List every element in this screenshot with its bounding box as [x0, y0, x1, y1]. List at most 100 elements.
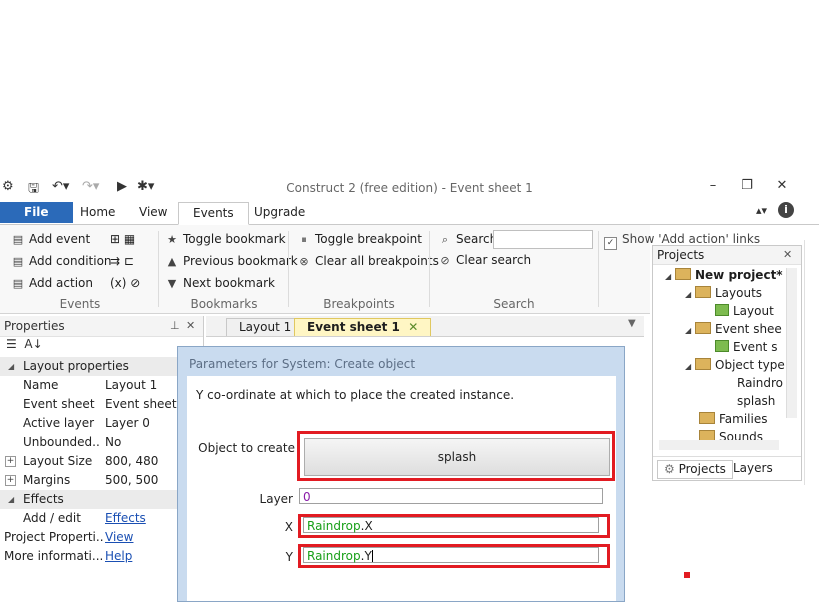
add-condition-button[interactable]: ▤ Add condition — [10, 254, 112, 268]
arrow-down-icon: ▼ — [167, 277, 177, 290]
properties-title: Properties — [4, 319, 65, 333]
property-name: More informati... — [4, 549, 104, 563]
add-event-icon: ▤ — [12, 233, 24, 246]
tree-families[interactable]: Families — [699, 412, 767, 426]
ribbon: ▤ Add event ▤ Add condition ▤ Add action ⊞ … — [0, 225, 650, 314]
next-bookmark-button[interactable]: ▼ Next bookmark — [164, 276, 275, 290]
tab-view[interactable]: View — [125, 202, 181, 223]
folder-icon — [695, 286, 711, 298]
tree-layouts[interactable]: ◢ Layouts — [685, 286, 762, 300]
tab-event-sheet-1[interactable]: Event sheet 1 ✕ — [294, 318, 432, 336]
property-row[interactable]: + Layout Size 800, 480 — [0, 452, 203, 471]
add-variable-icon[interactable]: (x) ⊘ — [110, 276, 140, 290]
panel-divider — [804, 240, 805, 485]
layer-input[interactable]: 0 — [299, 488, 603, 504]
clear-search-icon: ⊘ — [440, 254, 450, 267]
folder-icon — [699, 412, 715, 424]
tab-projects[interactable]: ⚙ Projects — [657, 460, 733, 479]
projects-panel-tabs: ⚙ Projects Layers — [653, 456, 801, 479]
previous-bookmark-button[interactable]: ▲ Previous bookmark — [164, 254, 298, 268]
collapse-icon[interactable]: ◢ — [8, 357, 14, 376]
properties-panel: Properties ⊥ ✕ ☰ A↓ ◢ Layout properties Na… — [0, 316, 204, 600]
folder-icon — [699, 430, 715, 440]
property-name: Margins — [23, 473, 71, 487]
property-row[interactable]: Project Properti... View — [0, 528, 203, 547]
properties-grid: ◢ Layout properties Name Layout 1 Event shee… — [0, 357, 203, 566]
projects-panel: Projects ✕ ◢ New project* ◢ Layouts Layout… — [652, 245, 802, 481]
search-input[interactable] — [493, 230, 593, 249]
ribbon-collapse-icon[interactable]: ▴▾ — [756, 204, 767, 217]
tab-home[interactable]: Home — [66, 202, 129, 223]
parameter-description: Y co-ordinate at which to place the crea… — [196, 388, 515, 402]
tree-object-types[interactable]: ◢ Object type — [685, 358, 785, 372]
close-icon[interactable]: ✕ — [772, 178, 792, 193]
add-subevent-icon[interactable]: ⇉ ⊏ — [110, 254, 134, 268]
tree-event-sheet-item[interactable]: Event s — [715, 340, 777, 354]
tab-layout-1[interactable]: Layout 1 — [226, 318, 305, 336]
help-icon[interactable]: i — [778, 202, 794, 218]
property-name: Event sheet — [23, 397, 95, 411]
collapse-icon[interactable]: ◢ — [8, 490, 14, 509]
property-name: Add / edit — [23, 511, 81, 525]
tree-event-sheets[interactable]: ◢ Event shee — [685, 322, 782, 336]
clear-breakpoints-icon: ⊗ — [299, 255, 309, 268]
projects-header: Projects ✕ — [653, 246, 801, 265]
chevron-down-icon[interactable]: ▼ — [628, 318, 636, 329]
x-label: X — [284, 520, 293, 534]
property-row[interactable]: Event sheet Event sheet 1 — [0, 395, 203, 414]
toggle-breakpoint-button[interactable]: ⏸ Toggle breakpoint — [296, 232, 422, 247]
close-icon[interactable]: ✕ — [186, 316, 195, 336]
tab-layers[interactable]: Layers — [727, 460, 779, 477]
projects-horizontal-scrollbar[interactable] — [659, 440, 779, 450]
tree-object-splash[interactable]: splash — [737, 394, 775, 408]
tree-object-raindrop[interactable]: Raindro — [737, 376, 783, 390]
property-row[interactable]: Unbounded... No — [0, 433, 203, 452]
ribbon-tabs: File Home View Events Upgrade ▴▾ i — [0, 200, 819, 225]
checkbox-icon: ✓ — [604, 237, 617, 250]
property-row[interactable]: Name Layout 1 — [0, 376, 203, 395]
y-label: Y — [285, 550, 293, 564]
projects-vertical-scrollbar[interactable] — [786, 268, 797, 418]
add-event-button[interactable]: ▤ Add event — [10, 232, 90, 246]
dialog-body: Y co-ordinate at which to place the crea… — [187, 376, 616, 601]
star-icon: ★ — [167, 233, 177, 246]
categorized-icon[interactable]: ☰ — [6, 337, 17, 351]
expand-icon[interactable]: + — [5, 456, 16, 467]
add-action-button[interactable]: ▤ Add action — [10, 276, 93, 290]
property-name: Layout properties — [23, 359, 129, 373]
expand-icon[interactable]: + — [5, 475, 16, 486]
close-icon[interactable]: ✕ — [783, 246, 792, 264]
event-sheet-icon — [715, 340, 729, 352]
clear-search-button[interactable]: ⊘ Clear search — [437, 253, 531, 267]
restore-icon[interactable]: ❐ — [737, 178, 757, 193]
folder-icon — [675, 268, 691, 280]
add-condition-icon: ▤ — [12, 255, 24, 268]
pin-icon[interactable]: ⊥ — [170, 316, 180, 336]
folder-icon — [695, 358, 711, 370]
property-row[interactable]: Active layer Layer 0 — [0, 414, 203, 433]
tree-sounds[interactable]: Sounds — [699, 430, 763, 440]
property-name: Name — [23, 378, 59, 392]
property-row[interactable]: + Margins 500, 500 — [0, 471, 203, 490]
close-tab-icon[interactable]: ✕ — [408, 320, 418, 334]
layout-icon — [715, 304, 729, 316]
property-name: Layout Size — [23, 454, 93, 468]
group-divider — [158, 231, 159, 307]
minimize-icon[interactable]: – — [703, 178, 723, 193]
tab-file[interactable]: File — [0, 202, 73, 223]
tree-layout-item[interactable]: Layout — [715, 304, 774, 318]
tab-events[interactable]: Events — [178, 202, 249, 225]
add-group-icon[interactable]: ⊞ ▦ — [110, 232, 135, 246]
sort-az-icon[interactable]: A↓ — [24, 337, 42, 351]
clear-breakpoints-button[interactable]: ⊗ Clear all breakpoints — [296, 254, 438, 268]
tab-upgrade[interactable]: Upgrade — [240, 202, 319, 223]
property-name: Project Properti... — [4, 530, 104, 544]
folder-icon — [695, 322, 711, 334]
tree-project[interactable]: ◢ New project* — [665, 268, 783, 282]
property-row[interactable]: Add / edit Effects — [0, 509, 203, 528]
search-button[interactable]: ⌕ Search — [437, 232, 497, 247]
property-category: ◢ Effects — [0, 490, 203, 509]
property-row[interactable]: More informati... Help — [0, 547, 203, 566]
property-name: Active layer — [23, 416, 95, 430]
toggle-bookmark-button[interactable]: ★ Toggle bookmark — [164, 232, 286, 246]
